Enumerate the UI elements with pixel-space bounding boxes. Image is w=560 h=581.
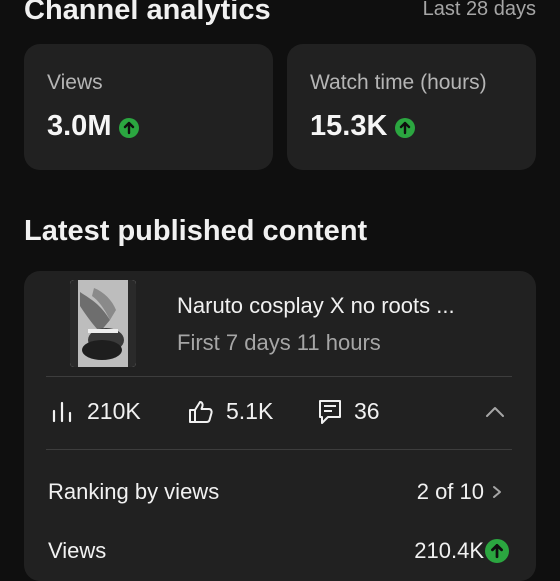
views-count: 210K [87,398,141,424]
likes-count: 5.1K [226,398,274,424]
stat-value: 3.0M [47,110,112,142]
stat-label: Watch time (hours) [310,71,487,94]
arrow-up-icon [119,117,140,138]
views-row-label: Views [48,538,107,563]
arrow-up-icon [485,539,509,563]
divider [46,449,512,450]
arrow-up-icon [395,117,416,138]
video-title[interactable]: Naruto cosplay X no roots ... [177,293,455,319]
watch-time-stat-card[interactable]: Watch time (hours) 15.3K [287,44,536,170]
stat-value-row: 3.0M [47,110,140,143]
latest-content-card: Naruto cosplay X no roots ... First 7 da… [24,271,536,581]
views-metric: 210K [51,398,141,425]
comments-count: 36 [354,398,380,424]
views-row-value: 210.4K [414,538,484,563]
divider [46,376,512,377]
comment-icon [319,399,341,424]
likes-metric: 5.1K [188,398,273,425]
stat-value-row: 15.3K [310,110,416,143]
chevron-up-icon[interactable] [484,401,506,423]
video-thumbnail[interactable] [70,280,136,367]
comments-metric: 36 [318,398,380,425]
bar-chart-icon [52,401,72,422]
views-stat-card[interactable]: Views 3.0M [24,44,273,170]
video-subtitle: First 7 days 11 hours [177,330,381,355]
section-title: Latest published content [24,215,368,247]
chevron-right-icon [493,486,501,498]
ranking-value: 2 of 10 [416,479,484,504]
date-range[interactable]: Last 28 days [423,0,536,21]
ranking-label: Ranking by views [48,479,220,504]
header-title: Channel analytics [24,0,271,26]
thumbs-up-icon [189,400,213,423]
stat-value: 15.3K [310,110,388,142]
stat-label: Views [47,71,103,94]
